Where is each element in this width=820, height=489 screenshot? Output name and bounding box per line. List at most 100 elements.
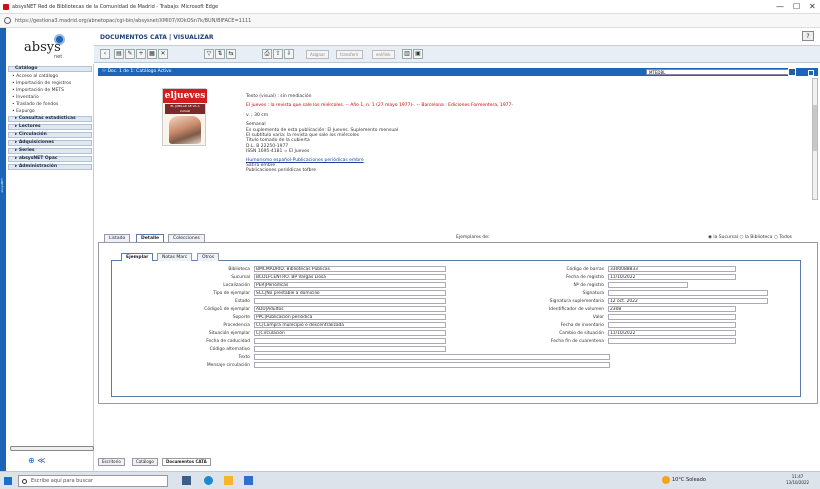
tab-listado[interactable]: Listado bbox=[104, 234, 131, 242]
field-situacion[interactable]: C|Circulación bbox=[254, 330, 446, 336]
field-tipo-ejemplar[interactable]: SCC|No prestable a domicilio bbox=[254, 290, 446, 296]
field-codigo-barras[interactable]: 3300088833 bbox=[608, 266, 736, 272]
sidebar-item[interactable]: • Expurgo bbox=[12, 109, 35, 114]
radio-biblioteca[interactable]: ○ la Biblioteca bbox=[739, 235, 772, 240]
record-bar: ☉ Doc. 1 de 1: Catálogo Activo MTEDBL bbox=[98, 68, 818, 76]
sidebar-item[interactable]: • Importación de registros bbox=[12, 81, 71, 86]
system-clock[interactable]: 11:47 13/10/2022 bbox=[786, 474, 809, 486]
tab-colecciones[interactable]: Colecciones bbox=[168, 234, 205, 242]
field-mensaje-circulacion[interactable] bbox=[254, 362, 610, 368]
import-icon[interactable]: ⇩ bbox=[284, 49, 294, 59]
taskbar-search[interactable]: Escribe aquí para buscar bbox=[18, 475, 168, 487]
export-icon[interactable]: ⇪ bbox=[273, 49, 283, 59]
add-icon[interactable]: + bbox=[136, 49, 146, 59]
radio-sucursal[interactable]: ◉ la Sucursal bbox=[708, 235, 738, 240]
field-cambio-situacion[interactable]: 11/10/2022 bbox=[608, 330, 736, 336]
tab-notas-marc[interactable]: Notas Marc bbox=[157, 253, 193, 261]
field-valor[interactable] bbox=[608, 314, 736, 320]
field-fecha-caducidad[interactable] bbox=[254, 338, 446, 344]
search-placeholder: Escribe aquí para buscar bbox=[31, 478, 93, 484]
cover-image: eljueves EL JUBILAR SE VA A CASAR bbox=[162, 88, 207, 146]
field-signatura-suplementaria[interactable]: 12 oct. 2022 bbox=[608, 298, 768, 304]
absysnet-app: absysNET absys net DOCUMENTOS CATA | VIS… bbox=[0, 28, 820, 471]
sidebar-nav-icon[interactable]: ⊕ ≪ bbox=[28, 456, 46, 465]
tab-otros[interactable]: Otros bbox=[197, 253, 220, 261]
main-content: ☉ Doc. 1 de 1: Catálogo Activo MTEDBL el… bbox=[98, 64, 820, 471]
sidebar-module-series[interactable]: ▸ Series bbox=[8, 148, 92, 154]
grid-icon[interactable]: ▦ bbox=[147, 49, 157, 59]
field-label: Código1 de ejemplar bbox=[204, 307, 250, 312]
tab-catalogo[interactable]: Catálogo bbox=[132, 458, 158, 466]
url-text[interactable]: https://gestiona3.madrid.org/abnetopac/c… bbox=[15, 18, 251, 24]
sort-icon[interactable]: ⇅ bbox=[215, 49, 225, 59]
cover-subtitle: EL JUBILAR SE VA A CASAR bbox=[165, 104, 205, 114]
field-label: Fecha de caducidad bbox=[206, 339, 250, 344]
sidebar-item[interactable]: • Importación de METS bbox=[12, 88, 64, 93]
edge-icon[interactable] bbox=[204, 476, 213, 485]
scope-radios: ◉ la Sucursal ○ la Biblioteca ○ Todos bbox=[708, 235, 792, 240]
sidebar-section-catalogo[interactable]: Catálogo bbox=[8, 66, 92, 72]
edit-icon[interactable]: ✎ bbox=[125, 49, 135, 59]
field-biblioteca[interactable]: BMCMADRID. Bibliotecas Públicas bbox=[254, 266, 446, 272]
field-fecha-inventario[interactable] bbox=[608, 322, 736, 328]
record-bar-label: ☉ Doc. 1 de 1: Catálogo Activo bbox=[102, 69, 172, 74]
sidebar-module-opac[interactable]: ▸ absysNET Opac bbox=[8, 156, 92, 162]
field-soporte[interactable]: PPC|Publicación periódica bbox=[254, 314, 446, 320]
field-estado[interactable] bbox=[254, 298, 446, 304]
sidebar-section-consultas[interactable]: ▸ Consultas estadísticas bbox=[8, 116, 92, 122]
subject-line[interactable]: Publicaciones periódicas tofbre bbox=[246, 168, 626, 173]
delete-icon[interactable]: ✕ bbox=[158, 49, 168, 59]
field-texto[interactable] bbox=[254, 354, 610, 360]
filter-icon[interactable]: ▽ bbox=[204, 49, 214, 59]
transferir-button[interactable]: transferir bbox=[336, 50, 363, 59]
chevron-down-icon[interactable] bbox=[788, 68, 796, 76]
store-icon[interactable] bbox=[244, 476, 253, 485]
sidebar-module-administracion[interactable]: ▸ Administración bbox=[8, 164, 92, 170]
sidebar-scrollbar[interactable] bbox=[10, 446, 94, 451]
tab-escritorio[interactable]: Escritorio bbox=[98, 458, 125, 466]
sidebar-item[interactable]: • Inventario bbox=[12, 95, 39, 100]
tab-documentos-cata[interactable]: Documentos CATA bbox=[162, 458, 211, 466]
tab-ejemplar[interactable]: Ejemplar bbox=[121, 253, 154, 261]
format-select[interactable]: MTEDBL bbox=[646, 69, 794, 75]
close-button[interactable]: ✕ bbox=[809, 1, 816, 13]
sidebar-module-lectores[interactable]: ▸ Lectores bbox=[8, 124, 92, 130]
tab-detalle[interactable]: Detalle bbox=[136, 234, 165, 242]
field-procedencia[interactable]: CC|Compra municipio o descentralizada bbox=[254, 322, 446, 328]
field-fecha-registro[interactable]: 11/10/2022 bbox=[608, 274, 736, 280]
toolbar: ‹ ▤ ✎ + ▦ ✕ ▽ ⇅ ⇆ ⎙ ⇪ ⇩ Asignar transfer… bbox=[94, 46, 820, 63]
back-icon[interactable]: ‹ bbox=[100, 49, 110, 59]
maximize-button[interactable]: ☐ bbox=[793, 1, 800, 13]
help-button[interactable]: ? bbox=[802, 31, 814, 41]
link-icon[interactable]: ⇆ bbox=[226, 49, 236, 59]
field-label: Signatura bbox=[582, 291, 604, 296]
minimize-button[interactable]: — bbox=[776, 1, 784, 13]
sidebar-module-adquisiciones[interactable]: ▸ Adquisiciones bbox=[8, 140, 92, 146]
field-codigo1[interactable]: ADU|Adultos bbox=[254, 306, 446, 312]
file-explorer-icon[interactable] bbox=[224, 476, 233, 485]
sidebar-module-circulacion[interactable]: ▸ Circulación bbox=[8, 132, 92, 138]
absys-logo: absys net bbox=[8, 32, 88, 64]
asignar-button[interactable]: Asignar bbox=[306, 50, 330, 59]
field-sucursal[interactable]: BCOLFCENTRO. BP Vargas Llosa bbox=[254, 274, 446, 280]
sidebar-item[interactable]: • Acceso al catálogo bbox=[12, 74, 58, 79]
print-icon[interactable]: ⎙ bbox=[262, 49, 272, 59]
radio-todos[interactable]: ○ Todos bbox=[774, 235, 792, 240]
copy-icon[interactable]: ▤ bbox=[114, 49, 124, 59]
field-num-registro[interactable] bbox=[608, 282, 688, 288]
task-view-icon[interactable] bbox=[182, 476, 191, 485]
windows-start-icon[interactable] bbox=[4, 477, 12, 485]
field-codigo-alternativo[interactable] bbox=[254, 346, 446, 352]
scroll-up-icon[interactable] bbox=[808, 70, 814, 76]
field-fecha-fin-cuarentena[interactable] bbox=[608, 338, 736, 344]
field-localizacion[interactable]: PER|Periódicas bbox=[254, 282, 446, 288]
sidebar-item[interactable]: • Traslado de fondos bbox=[12, 102, 58, 107]
field-signatura[interactable] bbox=[608, 290, 768, 296]
enlink-button[interactable]: enl/link bbox=[372, 50, 395, 59]
table-icon[interactable]: ▥ bbox=[402, 49, 412, 59]
weather-text[interactable]: 10°C Soleado bbox=[672, 477, 706, 483]
field-id-volumen[interactable]: 2308 bbox=[608, 306, 736, 312]
save-icon[interactable]: ▣ bbox=[413, 49, 423, 59]
record-scrollbar[interactable] bbox=[812, 78, 818, 200]
address-bar[interactable]: https://gestiona3.madrid.org/abnetopac/c… bbox=[0, 14, 820, 28]
